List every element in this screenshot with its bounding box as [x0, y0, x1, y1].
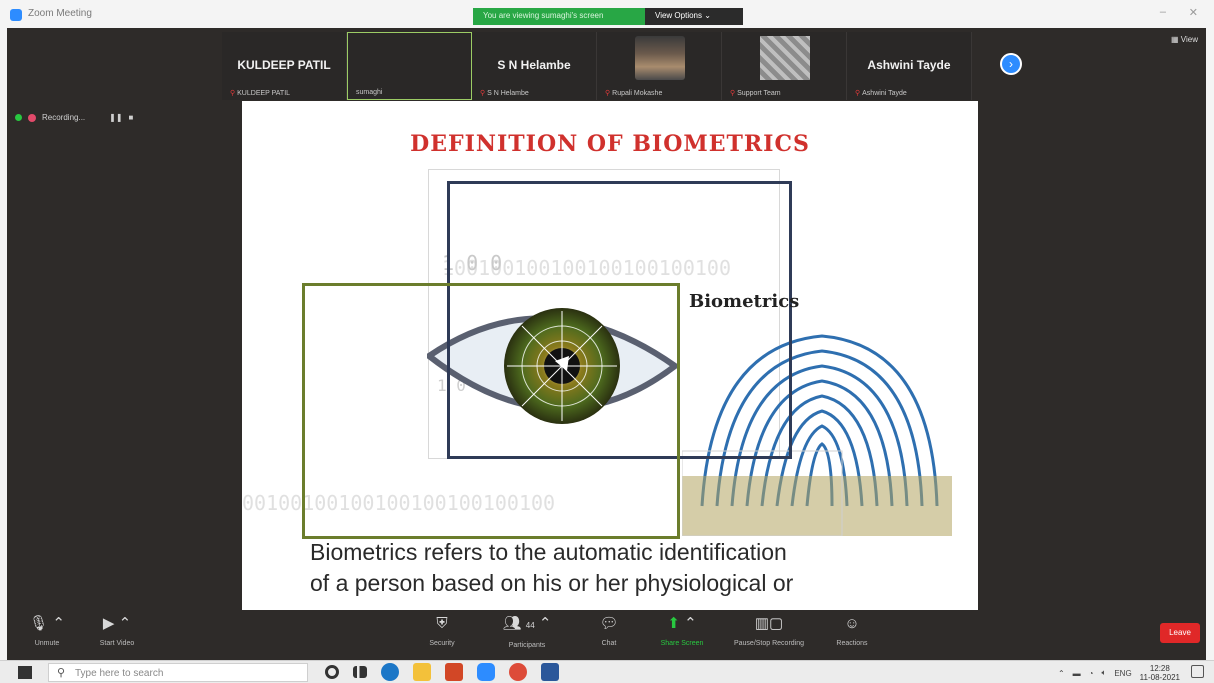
- slide-title: DEFINITION OF BIOMETRICS: [410, 131, 810, 157]
- mic-muted-icon: ⚲: [730, 90, 736, 97]
- participant-name: Ashwini Tayde: [867, 58, 951, 72]
- edge-browser-icon[interactable]: [381, 663, 399, 681]
- chat-icon: 💬︎: [599, 615, 619, 632]
- participant-strip: KULDEEP PATIL ⚲ KULDEEP PATIL sumaghi S N…: [222, 32, 1022, 100]
- start-video-button[interactable]: ▶︎ ⌃ Start Video: [82, 614, 152, 647]
- word-icon[interactable]: [541, 663, 559, 681]
- participant-label: ⚲ Ashwini Tayde: [855, 90, 907, 97]
- mic-muted-icon: ⚲: [480, 90, 486, 97]
- shield-icon: [15, 114, 22, 121]
- participant-tile[interactable]: Ashwini Tayde ⚲ Ashwini Tayde: [847, 32, 972, 100]
- chrome-icon[interactable]: [509, 663, 527, 681]
- reactions-button[interactable]: ☺︎ Reactions: [817, 614, 887, 647]
- minimize-icon[interactable]: –: [1160, 6, 1166, 18]
- participant-label: ⚲ Support Team: [730, 90, 781, 97]
- zoom-app-icon: [10, 9, 22, 21]
- participants-icon: 👥︎ 44 ⌃: [502, 615, 552, 632]
- slide-body-line: Biometrics refers to the automatic ident…: [310, 539, 787, 565]
- file-explorer-icon[interactable]: [413, 663, 431, 681]
- participant-tile[interactable]: S N Helambe ⚲ S N Helambe: [472, 32, 597, 100]
- zoom-window: Zoom Meeting You are viewing sumaghi's s…: [0, 0, 1214, 683]
- pause-recording-icon[interactable]: ❚❚: [109, 113, 122, 122]
- cortana-icon[interactable]: [325, 665, 339, 679]
- leave-button[interactable]: Leave: [1160, 623, 1200, 643]
- participant-tile[interactable]: ⚲ Support Team: [722, 32, 847, 100]
- window-title: Zoom Meeting: [28, 8, 92, 19]
- windows-start-icon[interactable]: [18, 666, 32, 679]
- search-icon: ⚲: [57, 667, 66, 679]
- powerpoint-icon[interactable]: [445, 663, 463, 681]
- clock[interactable]: 12:28 11-08-2021: [1140, 664, 1180, 682]
- view-button[interactable]: ▦ View: [1171, 35, 1198, 44]
- participant-tile-active[interactable]: sumaghi: [347, 32, 472, 100]
- biometrics-label: Biometrics: [689, 291, 800, 312]
- slide-body-text: Biometrics refers to the automatic ident…: [310, 537, 950, 599]
- participant-label: ⚲ KULDEEP PATIL: [230, 90, 291, 97]
- screen-share-banner: You are viewing sumaghi's screen View Op…: [473, 8, 743, 25]
- smiley-icon: ☺︎: [844, 615, 860, 632]
- participant-label: sumaghi: [356, 89, 383, 96]
- chevron-right-icon: ›: [1009, 57, 1013, 71]
- participant-photo: [760, 36, 810, 80]
- shared-slide: 100100100100100100100100 001001001001001…: [242, 101, 978, 614]
- pause-recording-button[interactable]: ▥▢ Pause/Stop Recording: [719, 614, 819, 647]
- taskbar-search-input[interactable]: ⚲ Type here to search: [48, 663, 308, 682]
- pause-stop-icon: ▥▢: [754, 615, 784, 632]
- video-off-icon: ▶︎ ⌃: [102, 615, 132, 632]
- slide-body-line: of a person based on his or her physiolo…: [310, 570, 794, 596]
- participant-tile[interactable]: ⚲ Rupali Mokashe: [597, 32, 722, 100]
- windows-taskbar: ⚲ Type here to search ⌃ ▬ ◔ 🔈︎ ENG 12:28…: [0, 660, 1214, 683]
- battery-icon[interactable]: ▬: [1073, 669, 1081, 678]
- mic-muted-icon: ⚲: [855, 90, 861, 97]
- mic-muted-icon: ⚲: [605, 90, 611, 97]
- taskbar-apps: [325, 663, 559, 681]
- volume-icon[interactable]: 🔈︎: [1102, 668, 1107, 678]
- security-button[interactable]: ⛨ Security: [407, 614, 477, 647]
- stop-recording-icon[interactable]: ■: [129, 113, 134, 122]
- zoom-taskbar-icon[interactable]: [477, 663, 495, 681]
- recording-label: Recording...: [42, 113, 86, 122]
- participant-name: KULDEEP PATIL: [237, 58, 331, 72]
- clock-date: 11-08-2021: [1139, 673, 1180, 682]
- mic-muted-icon: ⚲: [230, 90, 236, 97]
- chat-button[interactable]: 💬︎ Chat: [574, 614, 644, 647]
- title-bar: Zoom Meeting You are viewing sumaghi's s…: [0, 0, 1214, 28]
- network-icon[interactable]: ◔: [1089, 669, 1094, 678]
- shield-icon: ⛨: [436, 615, 448, 632]
- recording-indicator: Recording... ❚❚ ■: [15, 113, 133, 122]
- chevron-up-icon[interactable]: ⌃: [1058, 669, 1065, 678]
- share-screen-icon: ⬆ ⌃: [667, 615, 697, 632]
- participant-label: ⚲ Rupali Mokashe: [605, 90, 663, 97]
- meeting-toolbar: 🎙︎ ⌃ Unmute ▶︎ ⌃ Start Video ⛨ Security …: [7, 610, 1206, 660]
- frame-rectangle: [302, 283, 680, 539]
- participant-label: ⚲ S N Helambe: [480, 90, 529, 97]
- mic-off-icon: 🎙︎ ⌃: [29, 615, 65, 632]
- record-icon: [28, 113, 36, 122]
- participant-name: S N Helambe: [497, 58, 571, 72]
- share-screen-button[interactable]: ⬆ ⌃ Share Screen: [647, 614, 717, 647]
- viewing-screen-text: You are viewing sumaghi's screen: [473, 8, 645, 25]
- participants-button[interactable]: 👥︎ 44 ⌃ Participants: [492, 614, 562, 649]
- grid-icon: ▦: [1171, 35, 1181, 44]
- view-options-button[interactable]: View Options ⌄: [645, 8, 743, 25]
- system-tray: ⌃ ▬ ◔ 🔈︎ ENG 12:28 11-08-2021: [1058, 664, 1180, 682]
- participant-photo: [635, 36, 685, 80]
- unmute-button[interactable]: 🎙︎ ⌃ Unmute: [17, 614, 77, 647]
- notifications-icon[interactable]: [1191, 665, 1204, 678]
- clock-time: 12:28: [1149, 664, 1170, 673]
- meeting-area: KULDEEP PATIL ⚲ KULDEEP PATIL sumaghi S N…: [7, 28, 1206, 660]
- close-icon[interactable]: ✕: [1189, 6, 1198, 19]
- next-participants-button[interactable]: ›: [1000, 53, 1022, 75]
- task-view-icon[interactable]: [353, 666, 367, 678]
- language-indicator[interactable]: ENG: [1114, 669, 1131, 678]
- participant-tile[interactable]: KULDEEP PATIL ⚲ KULDEEP PATIL: [222, 32, 347, 100]
